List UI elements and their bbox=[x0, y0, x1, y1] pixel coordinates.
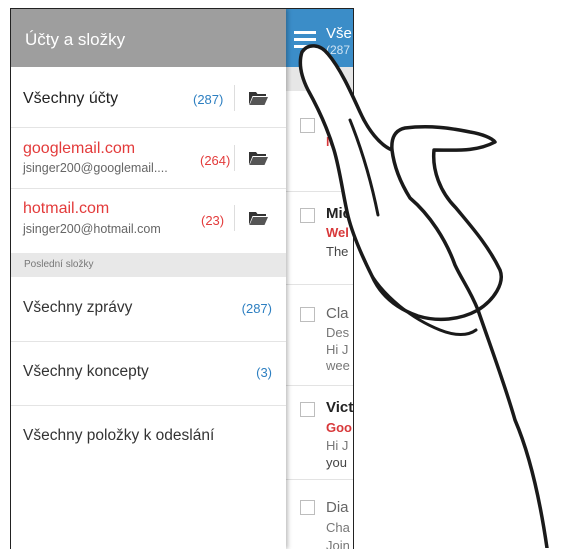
message-preview: Cha bbox=[326, 520, 350, 535]
account-email: jsinger200@googlemail.... bbox=[23, 161, 168, 175]
message-preview: you bbox=[326, 455, 347, 470]
message-row[interactable]: M bbox=[286, 91, 353, 191]
message-row[interactable]: Mic Wel The bbox=[286, 192, 353, 284]
message-checkbox[interactable] bbox=[300, 402, 315, 417]
message-subject: Goo bbox=[326, 420, 352, 435]
folder-label: Všechny položky k odeslání bbox=[23, 427, 215, 444]
account-all[interactable]: Všechny účty (287) bbox=[11, 67, 286, 127]
message-preview: Des bbox=[326, 325, 350, 340]
message-preview: wee bbox=[326, 358, 350, 373]
message-checkbox[interactable] bbox=[300, 500, 315, 515]
folder-icon[interactable] bbox=[249, 212, 268, 225]
inbox-panel: Vše (287 M Mic Wel The Cla Des Hi J wee bbox=[286, 9, 353, 549]
account-googlemail[interactable]: googlemail.com jsinger200@googlemail....… bbox=[11, 128, 286, 188]
divider bbox=[234, 205, 235, 231]
folder-all-drafts[interactable]: Všechny koncepty (3) bbox=[11, 342, 286, 405]
message-preview: Hi J bbox=[326, 438, 349, 453]
message-checkbox[interactable] bbox=[300, 118, 315, 133]
drawer-header: Účty a složky bbox=[11, 9, 286, 67]
hamburger-menu-icon[interactable] bbox=[294, 31, 316, 48]
inbox-strip bbox=[286, 67, 353, 91]
recent-folders-header: Poslední složky bbox=[11, 253, 286, 277]
folder-all-messages[interactable]: Všechny zprávy (287) bbox=[11, 277, 286, 341]
phone-screen: Vše (287 M Mic Wel The Cla Des Hi J wee bbox=[10, 8, 354, 549]
message-sender: Vict bbox=[326, 399, 353, 416]
section-title: Poslední složky bbox=[24, 259, 94, 270]
folder-label: Všechny koncepty bbox=[23, 363, 149, 380]
divider bbox=[234, 145, 235, 171]
message-sender: Dia bbox=[326, 499, 349, 516]
account-name: hotmail.com bbox=[23, 200, 110, 217]
account-email: jsinger200@hotmail.com bbox=[23, 222, 161, 236]
message-preview: Join bbox=[326, 538, 350, 549]
message-checkbox[interactable] bbox=[300, 208, 315, 223]
folder-icon[interactable] bbox=[249, 92, 268, 105]
message-checkbox[interactable] bbox=[300, 307, 315, 322]
message-preview: Hi J bbox=[326, 342, 349, 357]
drawer-title: Účty a složky bbox=[25, 30, 126, 49]
accounts-drawer: Účty a složky Všechny účty (287) googlem… bbox=[11, 9, 286, 549]
account-count: (287) bbox=[193, 92, 224, 107]
message-preview: The bbox=[326, 244, 349, 259]
account-hotmail[interactable]: hotmail.com jsinger200@hotmail.com (23) bbox=[11, 189, 286, 253]
divider bbox=[234, 85, 235, 111]
account-name: Všechny účty bbox=[23, 90, 119, 107]
inbox-header: Vše (287 bbox=[286, 9, 353, 67]
message-sender: Mic bbox=[326, 205, 352, 222]
account-count: (264) bbox=[200, 153, 231, 168]
message-sender: Cla bbox=[326, 305, 349, 322]
account-count: (23) bbox=[201, 213, 225, 228]
inbox-count: (287 bbox=[326, 43, 351, 57]
account-name: googlemail.com bbox=[23, 140, 136, 157]
folder-count: (287) bbox=[241, 301, 272, 316]
inbox-title: Vše bbox=[326, 25, 352, 42]
folder-label: Všechny zprávy bbox=[23, 299, 133, 316]
message-subject: M bbox=[326, 134, 337, 149]
folder-icon[interactable] bbox=[249, 152, 268, 165]
message-row[interactable]: Cla Des Hi J wee bbox=[286, 285, 353, 385]
folder-outbox[interactable]: Všechny položky k odeslání bbox=[11, 406, 286, 470]
message-row[interactable]: Dia Cha Join bbox=[286, 480, 353, 549]
folder-count: (3) bbox=[256, 365, 272, 380]
message-subject: Wel bbox=[326, 225, 349, 240]
message-row[interactable]: Vict Goo Hi J you bbox=[286, 386, 353, 479]
